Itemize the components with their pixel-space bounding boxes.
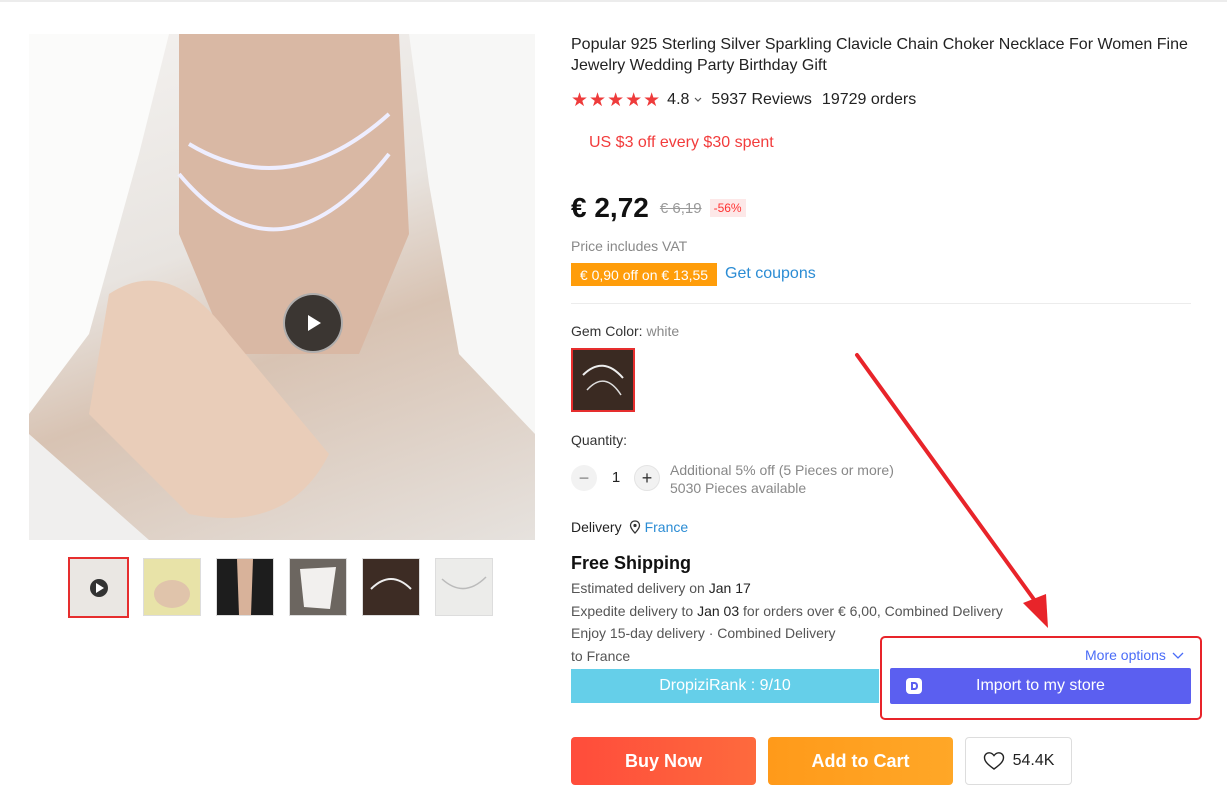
more-options-label: More options: [1085, 647, 1166, 663]
buy-now-button[interactable]: Buy Now: [571, 737, 756, 785]
rating-value[interactable]: 4.8: [667, 91, 689, 109]
gem-color-label: Gem Color: white: [571, 323, 679, 339]
discount-badge: -56%: [709, 199, 746, 217]
section-divider: [571, 303, 1191, 304]
swatch-image: [573, 350, 633, 410]
wishlist-button[interactable]: 54.4K: [965, 737, 1072, 785]
location-pin-icon: [629, 520, 640, 534]
import-to-store-label: Import to my store: [976, 677, 1105, 694]
add-to-cart-button[interactable]: Add to Cart: [768, 737, 953, 785]
necklace-photo: [29, 34, 535, 540]
thumbnail-6[interactable]: [435, 558, 493, 616]
gem-color-swatch-white[interactable]: [571, 348, 635, 412]
star-icon: ★★★★★: [571, 89, 662, 111]
orders-count: 19729 orders: [821, 91, 917, 108]
original-price: € 6,19: [659, 199, 702, 217]
estimated-delivery-text: Estimated delivery on: [571, 580, 709, 596]
expedite-text: Expedite delivery to: [571, 603, 698, 619]
rating-row: ★★★★★ 4.8 5937 Reviews 19729 orders: [571, 89, 917, 111]
thumbnail-image: [436, 559, 492, 615]
product-title: Popular 925 Sterling Silver Sparkling Cl…: [571, 36, 1188, 74]
reviews-count[interactable]: 5937 Reviews: [711, 91, 812, 109]
quantity-notes: Additional 5% off (5 Pieces or more) 503…: [670, 461, 894, 497]
thumbnail-1[interactable]: [68, 557, 129, 618]
quantity-input[interactable]: 1: [605, 469, 627, 486]
price-row: € 2,72 € 6,19 -56%: [571, 192, 746, 224]
standard-delivery-note: Enjoy 15-day delivery · Combined Deliver…: [571, 625, 836, 641]
thumbnail-video-image: [70, 559, 127, 616]
dropizi-logo-icon: [906, 678, 922, 694]
expedite-condition: for orders over € 6,00, Combined Deliver…: [739, 603, 1003, 619]
expedite-delivery: Expedite delivery to Jan 03 for orders o…: [571, 603, 1003, 619]
coupon-badge: € 0,90 off on € 13,55: [571, 263, 717, 286]
delivery-row: Delivery France: [571, 519, 688, 535]
play-video-button[interactable]: [283, 293, 343, 353]
top-divider: [0, 0, 1227, 2]
quantity-decrease-button[interactable]: −: [571, 465, 597, 491]
chevron-down-icon[interactable]: [693, 95, 703, 105]
stock-available: 5030 Pieces available: [670, 480, 807, 496]
thumbnail-image: [217, 559, 273, 615]
play-icon: [308, 315, 321, 331]
current-price: € 2,72: [571, 192, 649, 223]
gem-color-value: white: [646, 323, 680, 339]
delivery-label: Delivery: [571, 519, 622, 535]
thumbnail-5[interactable]: [362, 558, 420, 616]
dropizi-rank-bar: DropiziRank : 9/10: [571, 669, 879, 703]
thumbnail-image: [290, 559, 346, 615]
thumbnail-image: [144, 559, 200, 615]
heart-icon: [983, 752, 1004, 770]
thumbnail-image: [363, 559, 419, 615]
vat-note: Price includes VAT: [571, 238, 688, 254]
quantity-label: Quantity:: [571, 432, 628, 448]
main-product-image[interactable]: [29, 34, 535, 540]
wishlist-count: 54.4K: [1012, 752, 1055, 769]
chevron-down-icon: [1172, 652, 1184, 659]
thumbnail-3[interactable]: [216, 558, 274, 616]
thumbnail-2[interactable]: [143, 558, 201, 616]
import-to-store-button[interactable]: Import to my store: [890, 668, 1191, 704]
gem-color-title: Gem Color:: [571, 323, 643, 339]
delivery-country-link[interactable]: France: [645, 519, 689, 535]
estimated-delivery-date: Jan 17: [708, 580, 751, 596]
get-coupons-link[interactable]: Get coupons: [725, 265, 816, 283]
quantity-increase-button[interactable]: +: [634, 465, 660, 491]
estimated-delivery: Estimated delivery on Jan 17: [571, 580, 751, 596]
expedite-date: Jan 03: [697, 603, 740, 619]
bulk-discount-note: Additional 5% off (5 Pieces or more): [670, 462, 894, 478]
thumbnail-4[interactable]: [289, 558, 347, 616]
more-options-link[interactable]: More options: [1085, 647, 1184, 663]
store-promo: US $3 off every $30 spent: [589, 134, 774, 151]
free-shipping-title: Free Shipping: [571, 553, 692, 573]
delivery-destination: to France: [571, 648, 631, 664]
